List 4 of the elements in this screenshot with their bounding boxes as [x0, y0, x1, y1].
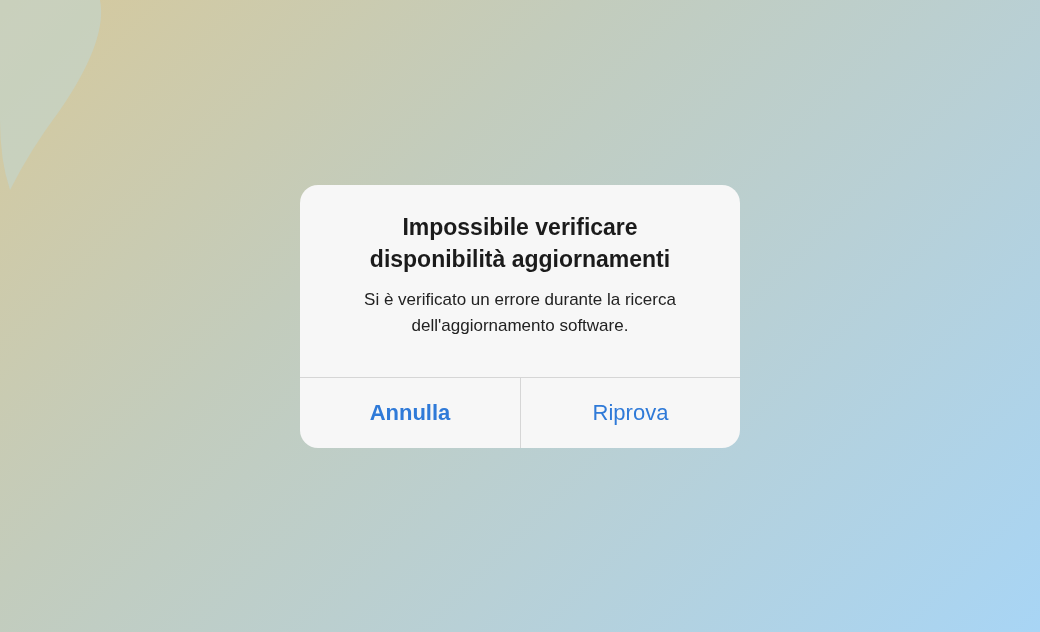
- dialog-button[interactable]: Annulla: [300, 377, 520, 448]
- dialog-title: Impossibile verificare disponibilità aggiornamenti: [368, 212, 672, 274]
- dialog-message: Si è verificato un errore durante la ricerca dell'aggiornamento software.: [363, 288, 677, 337]
- dialog-button[interactable]: Riprova: [520, 377, 740, 448]
